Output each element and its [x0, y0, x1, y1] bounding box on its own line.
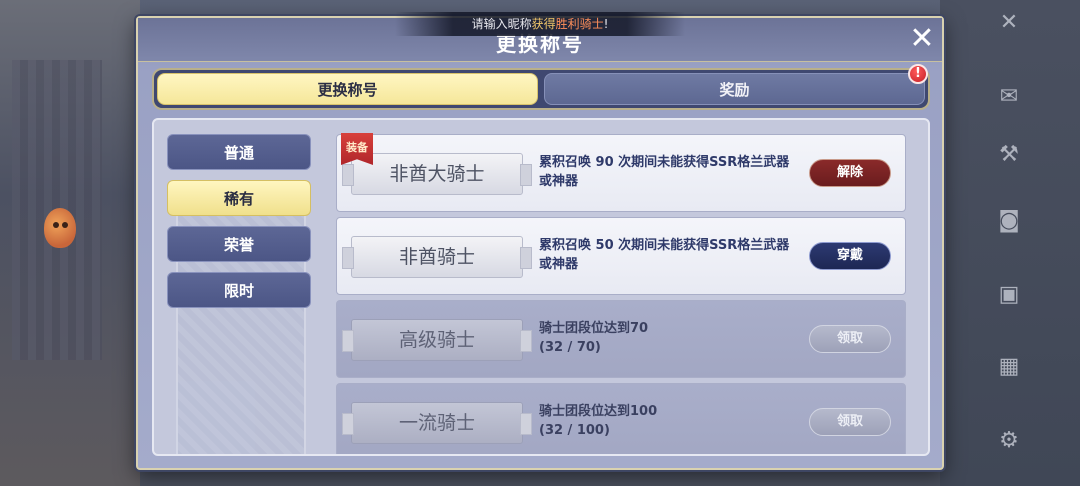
title-description: 累积召唤 50 次期间未能获得SSR格兰武器 或神器 — [539, 236, 809, 274]
calendar-icon[interactable]: ▦ — [994, 352, 1024, 382]
settings-icon[interactable]: ⚙ — [994, 426, 1024, 456]
title-plate: 非酋大骑士 — [342, 153, 532, 195]
title-description: 累积召唤 90 次期间未能获得SSR格兰武器 或神器 — [539, 153, 809, 191]
title-condition: 累积召唤 90 次期间未能获得SSR格兰武器 — [539, 155, 790, 170]
title-progress: (32 / 70) — [539, 340, 601, 355]
title-row: 非酋大骑士 装备 累积召唤 90 次期间未能获得SSR格兰武器 或神器 解除 — [336, 133, 906, 212]
title-row: 高级骑士 骑士团段位达到70 (32 / 70) 领取 — [336, 300, 906, 378]
title-condition: 骑士团段位达到100 — [539, 404, 658, 419]
title-description: 骑士团段位达到70 (32 / 70) — [539, 319, 809, 357]
claim-button[interactable]: 领取 — [809, 325, 891, 353]
title-plate: 一流骑士 — [342, 402, 532, 444]
claim-button[interactable]: 领取 — [809, 408, 891, 436]
title-description: 骑士团段位达到100 (32 / 100) — [539, 402, 809, 440]
background-creature — [44, 208, 76, 248]
title-condition-detail: 或神器 — [539, 257, 579, 272]
category-sidebar: 普通 稀有 荣誉 限时 — [164, 120, 320, 454]
close-button[interactable]: ✕ — [906, 24, 938, 56]
close-icon: ✕ — [909, 21, 935, 56]
category-honor[interactable]: 荣誉 — [167, 226, 311, 262]
tab-rewards[interactable]: 奖励 — [544, 73, 925, 105]
alert-badge-icon: ! — [908, 64, 928, 84]
title-plate: 非酋骑士 — [342, 236, 532, 278]
notice-title-name: 胜利骑士 — [555, 17, 604, 31]
title-condition-detail: 或神器 — [539, 174, 579, 189]
tools-icon[interactable]: ⚒ — [994, 140, 1024, 170]
tab-bar: 更换称号 奖励 — [152, 68, 930, 110]
mail-icon[interactable]: ✉ — [994, 82, 1024, 112]
side-close-icon[interactable]: ✕ — [994, 8, 1024, 38]
release-button[interactable]: 解除 — [809, 159, 891, 187]
content-panel: 普通 稀有 荣誉 限时 非酋大骑士 装备 累积召唤 90 次期间未能获得SSR格… — [152, 118, 930, 456]
title-condition: 累积召唤 50 次期间未能获得SSR格兰武器 — [539, 238, 790, 253]
camera-icon[interactable]: ◙ — [994, 206, 1024, 236]
top-notice: 请输入昵称获得胜利骑士! — [395, 12, 685, 36]
category-rare[interactable]: 稀有 — [167, 180, 311, 216]
title-row: 非酋骑士 累积召唤 50 次期间未能获得SSR格兰武器 或神器 穿戴 — [336, 217, 906, 295]
category-common[interactable]: 普通 — [167, 134, 311, 170]
notice-get: 获得 — [531, 17, 556, 31]
video-icon[interactable]: ▣ — [994, 280, 1024, 310]
title-row: 一流骑士 骑士团段位达到100 (32 / 100) 领取 — [336, 383, 906, 454]
side-icon-bar: ✕ ✉ ⚒ ◙ ▣ ▦ ⚙ — [984, 0, 1034, 486]
title-list: 非酋大骑士 装备 累积召唤 90 次期间未能获得SSR格兰武器 或神器 解除 非… — [336, 130, 906, 454]
notice-suffix: ! — [603, 17, 609, 31]
wear-button[interactable]: 穿戴 — [809, 242, 891, 270]
notice-prefix: 请输入昵称 — [471, 17, 532, 31]
title-progress: (32 / 100) — [539, 423, 610, 438]
category-limited[interactable]: 限时 — [167, 272, 311, 308]
tab-change-title[interactable]: 更换称号 — [157, 73, 538, 105]
title-plate: 高级骑士 — [342, 319, 532, 361]
title-condition: 骑士团段位达到70 — [539, 321, 649, 336]
change-title-dialog: 更换称号 ✕ 更换称号 奖励 ! 普通 稀有 荣誉 限时 非酋大骑士 装备 累积… — [136, 16, 944, 470]
